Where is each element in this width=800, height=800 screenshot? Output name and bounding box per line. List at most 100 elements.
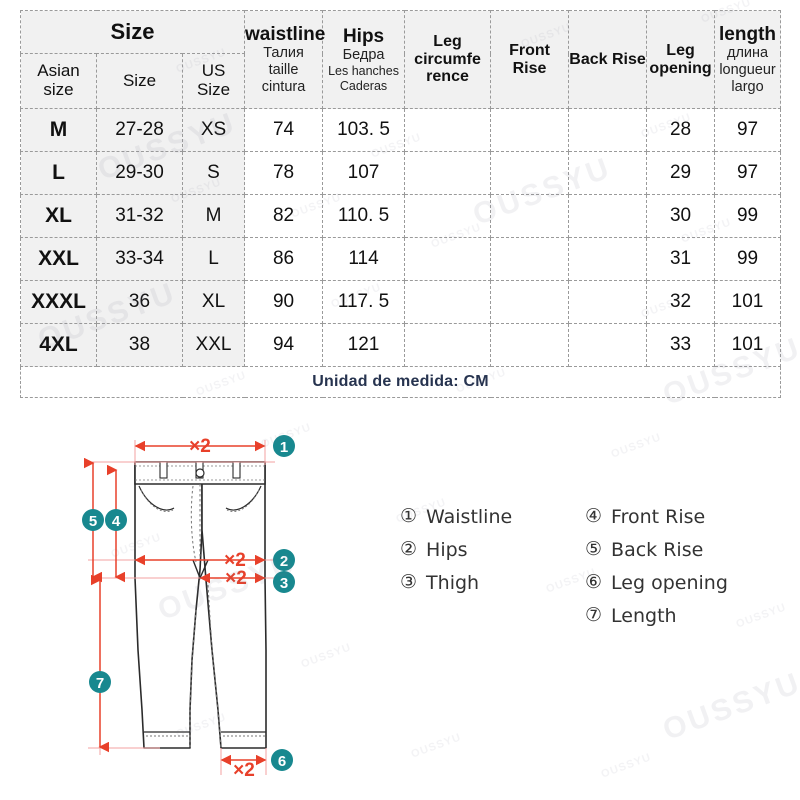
cell-length: 97 xyxy=(714,108,782,152)
cell-leg-opening: 31 xyxy=(646,237,716,281)
table-row: XXL 33-34 L 86 114 31 99 xyxy=(20,237,782,281)
legend-item-front-rise: ④ Front Rise xyxy=(585,500,790,533)
cell-asian-size-value: XXL xyxy=(38,247,79,270)
cell-length-value: 101 xyxy=(731,291,764,312)
multiplier-label-thigh: ×2 xyxy=(225,568,247,589)
cell-back-rise xyxy=(568,108,648,152)
cell-asian-size: 4XL xyxy=(20,323,97,367)
badge-6-leg-opening: 6 xyxy=(271,749,293,771)
legend-item-number: ③ xyxy=(400,571,418,593)
cell-us-size: M xyxy=(181,194,246,238)
cell-waistline: 78 xyxy=(244,151,324,195)
table-row: L 29-30 S 78 107 29 97 xyxy=(20,151,782,195)
legend-item-number: ⑤ xyxy=(585,538,603,560)
cell-size: 38 xyxy=(96,323,183,367)
cell-leg-circumference xyxy=(404,151,492,195)
cell-size-value: 27-28 xyxy=(115,119,164,140)
legend-item-leg-opening: ⑥ Leg opening xyxy=(585,566,790,599)
badge-3-label: 3 xyxy=(280,575,288,592)
cell-hips: 117. 5 xyxy=(322,280,406,324)
table-row: XXXL 36 XL 90 117. 5 32 101 xyxy=(20,280,782,324)
cell-hips-value: 110. 5 xyxy=(337,205,390,226)
legend-item-length: ⑦ Length xyxy=(585,599,790,632)
cell-waistline: 74 xyxy=(244,108,324,152)
cell-us-size-value: XS xyxy=(200,119,227,140)
header-back-rise: Back Rise xyxy=(568,10,648,109)
cell-size: 31-32 xyxy=(96,194,183,238)
header-leg-opening: Leg opening xyxy=(646,10,716,109)
cell-hips: 107 xyxy=(322,151,406,195)
cell-leg-opening-value: 31 xyxy=(669,248,692,269)
cell-leg-opening: 33 xyxy=(646,323,716,367)
cell-leg-opening-value: 32 xyxy=(669,291,692,312)
legend-item-number: ① xyxy=(400,505,418,527)
cell-front-rise xyxy=(490,194,570,238)
cell-front-rise xyxy=(490,237,570,281)
badge-5-back-rise: 5 xyxy=(82,509,104,531)
legend-item-label: Front Rise xyxy=(611,505,706,528)
cell-back-rise xyxy=(568,151,648,195)
header-length-es: largo xyxy=(731,78,764,95)
cell-size-value: 31-32 xyxy=(115,205,164,226)
cell-waistline: 90 xyxy=(244,280,324,324)
cell-waistline-value: 78 xyxy=(272,162,295,183)
header-front-rise-label: Front Rise xyxy=(509,41,550,77)
pants-illustration xyxy=(134,461,267,749)
legend-column-2: ④ Front Rise ⑤ Back Rise ⑥ Leg opening ⑦ Length xyxy=(585,500,790,632)
cell-hips: 103. 5 xyxy=(322,108,406,152)
legend-item-label: Hips xyxy=(426,538,468,561)
measurement-legend: ① Waistline ② Hips ③ Thigh ④ Front Rise ⑤ Back R… xyxy=(400,500,790,632)
multiplier-label-leg-opening: ×2 xyxy=(233,760,255,781)
cell-leg-circumference xyxy=(404,194,492,238)
legend-item-number: ④ xyxy=(585,505,603,527)
cell-leg-opening-value: 29 xyxy=(669,162,692,183)
cell-leg-opening: 29 xyxy=(646,151,716,195)
cell-leg-opening-value: 30 xyxy=(669,205,692,226)
cell-asian-size: M xyxy=(20,108,97,152)
header-us-size-line1: US xyxy=(201,61,226,81)
cell-asian-size-value: 4XL xyxy=(39,333,78,356)
cell-size: 36 xyxy=(96,280,183,324)
cell-us-size-value: XL xyxy=(201,291,226,312)
cell-hips-value: 107 xyxy=(347,162,380,183)
badge-4-label: 4 xyxy=(112,513,121,530)
header-leg-circumference-label: Leg circumfe rence xyxy=(414,32,481,86)
cell-waistline-value: 82 xyxy=(272,205,295,226)
table-row: 4XL 38 XXL 94 121 33 101 xyxy=(20,323,782,367)
cell-length: 101 xyxy=(714,323,782,367)
cell-leg-opening-value: 33 xyxy=(669,334,692,355)
cell-front-rise xyxy=(490,323,570,367)
measurement-diagram-area: ×2 ×2 ×2 ×2 1 2 3 4 5 6 7 ① Waistline ② … xyxy=(0,400,800,800)
header-us-size: US Size xyxy=(181,53,246,109)
header-asian-size-line1: Asian xyxy=(37,61,80,81)
header-hips: Hips Бедра Les hanches Caderas xyxy=(322,10,406,109)
cell-leg-circumference xyxy=(404,280,492,324)
legend-column-1: ① Waistline ② Hips ③ Thigh xyxy=(400,500,585,632)
cell-leg-circumference xyxy=(404,108,492,152)
legend-item-waistline: ① Waistline xyxy=(400,500,585,533)
legend-item-hips: ② Hips xyxy=(400,533,585,566)
cell-us-size: L xyxy=(181,237,246,281)
cell-size-value: 38 xyxy=(128,334,151,355)
header-length-en: length xyxy=(719,23,777,45)
header-front-rise: Front Rise xyxy=(490,10,570,109)
header-hips-es: Caderas xyxy=(339,78,388,93)
badge-1-label: 1 xyxy=(280,439,288,456)
legend-item-number: ⑥ xyxy=(585,571,603,593)
cell-asian-size-value: XXXL xyxy=(31,290,86,313)
cell-asian-size: XXL xyxy=(20,237,97,281)
header-size-label: Size xyxy=(122,70,157,90)
cell-leg-opening: 28 xyxy=(646,108,716,152)
cell-length: 101 xyxy=(714,280,782,324)
cell-hips-value: 121 xyxy=(347,334,380,355)
cell-length-value: 99 xyxy=(736,205,759,226)
header-size: Size xyxy=(96,53,183,109)
badge-2-label: 2 xyxy=(280,553,288,570)
header-waistline-ru: Талия xyxy=(263,44,304,61)
cell-waistline-value: 86 xyxy=(272,248,295,269)
badge-7-length: 7 xyxy=(89,671,111,693)
header-asian-size: Asian size xyxy=(20,53,97,109)
cell-back-rise xyxy=(568,194,648,238)
cell-size-value: 29-30 xyxy=(115,162,164,183)
legend-item-number: ⑦ xyxy=(585,604,603,626)
